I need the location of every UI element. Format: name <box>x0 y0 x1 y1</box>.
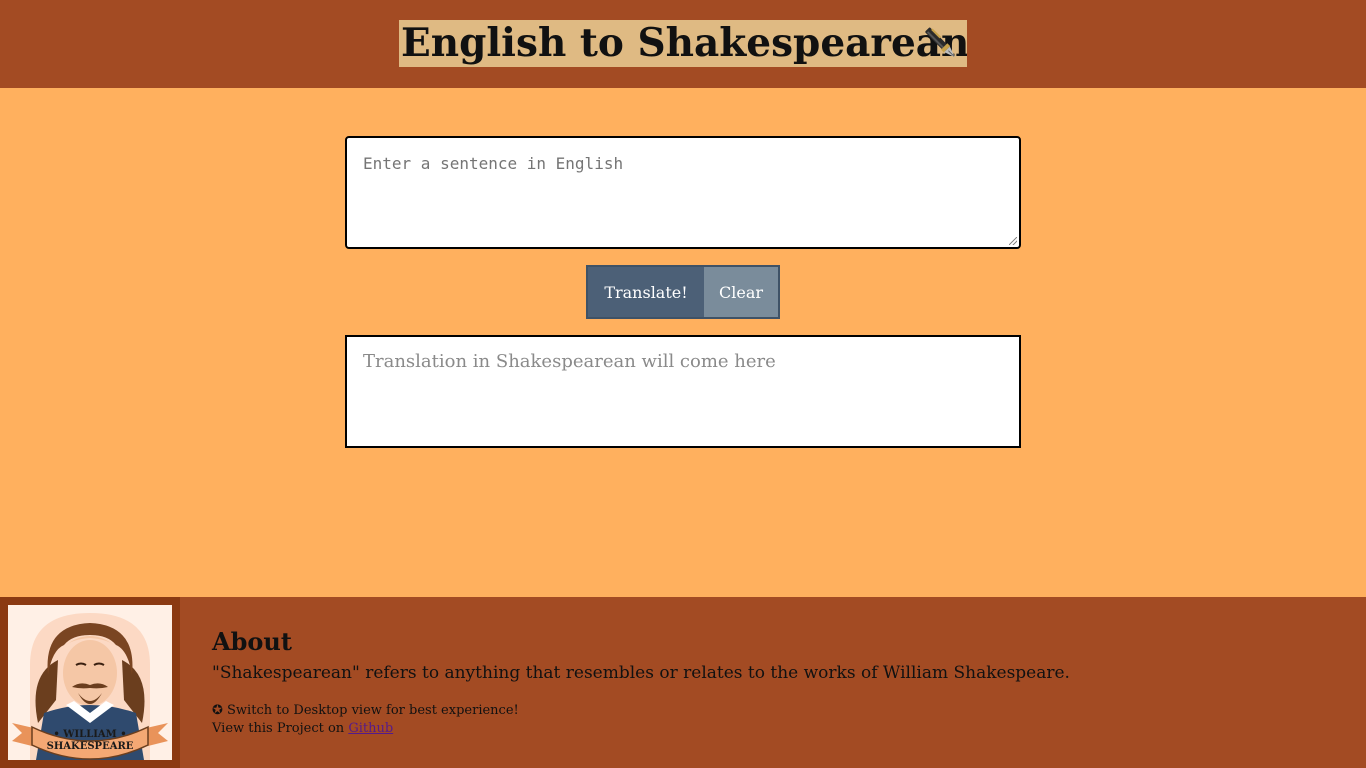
shakespeare-portrait: • WILLIAM • SHAKESPEARE <box>8 605 172 760</box>
page-title: English to Shakespearean <box>399 20 967 67</box>
translation-placeholder: Translation in Shakespearean will come h… <box>363 351 776 372</box>
portrait-caption-line2: SHAKESPEARE <box>46 741 134 752</box>
pen-icon <box>925 27 955 58</box>
portrait-frame: • WILLIAM • SHAKESPEARE <box>0 597 180 768</box>
footer: • WILLIAM • SHAKESPEARE About "Shakespea… <box>0 597 1366 768</box>
translation-output: Translation in Shakespearean will come h… <box>345 335 1021 448</box>
english-input-container <box>345 136 1021 249</box>
header-bar: English to Shakespearean <box>0 0 1366 88</box>
project-line: View this Project on Github <box>212 721 393 736</box>
project-prefix: View this Project on <box>212 721 349 736</box>
translate-button[interactable]: Translate! <box>588 267 704 317</box>
github-link[interactable]: Github <box>348 721 393 736</box>
about-title: About <box>212 627 292 656</box>
button-group: Translate! Clear <box>586 265 780 319</box>
page-title-text: English to Shakespearean <box>401 20 967 66</box>
clear-button[interactable]: Clear <box>704 267 778 317</box>
english-input[interactable] <box>347 138 1019 247</box>
resize-handle[interactable] <box>1009 237 1017 245</box>
about-text: "Shakespearean" refers to anything that … <box>212 663 1070 683</box>
desktop-note: ✪ Switch to Desktop view for best experi… <box>212 703 519 718</box>
portrait-caption-line1: • WILLIAM • <box>53 729 127 740</box>
